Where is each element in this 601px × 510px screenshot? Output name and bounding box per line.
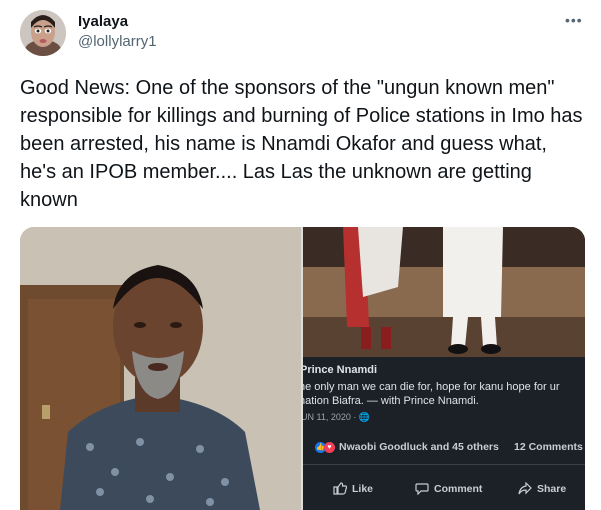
fb-comment-label: Comment (434, 482, 483, 495)
fb-post-date: UN 11, 2020 · 🌐 (303, 412, 371, 422)
user-handle[interactable]: @lollylarry1 (78, 33, 157, 50)
share-icon (518, 482, 532, 495)
fb-like-action: Like (333, 482, 373, 495)
thumbs-up-icon (333, 482, 347, 495)
fb-comment-action: Comment (415, 482, 482, 495)
display-name[interactable]: Iyalaya (78, 13, 128, 30)
avatar[interactable] (20, 10, 66, 56)
photo-man[interactable] (20, 227, 301, 510)
fb-share-action: Share (518, 482, 566, 495)
man-photo-image (20, 227, 301, 510)
tweet-text: Good News: One of the sponsors of the "u… (20, 77, 583, 211)
ellipsis-icon[interactable]: ••• (565, 12, 583, 28)
fb-post-text: he only man we can die for, hope for kan… (303, 381, 560, 407)
photo-facebook-screenshot[interactable]: Prince Nnamdi he only man we can die for… (303, 227, 585, 510)
fb-like-label: Like (352, 482, 374, 495)
fb-reactions-text: Nwaobi Goodluck and 45 others (339, 441, 499, 453)
love-reaction-icon: ♥ (324, 441, 335, 453)
fb-share-label: Share (537, 482, 567, 495)
facebook-post-panel: Prince Nnamdi he only man we can die for… (303, 357, 585, 510)
fb-author: Prince Nnamdi (303, 364, 378, 376)
tweet-media[interactable]: Prince Nnamdi he only man we can die for… (20, 227, 585, 510)
fb-comments-count: 12 Comments (514, 441, 583, 453)
avatar-image (20, 10, 66, 56)
fb-reactions: 👍 ♥ Nwaobi Goodluck and 45 others (315, 441, 499, 453)
fb-divider (303, 464, 585, 465)
group-photo-image (303, 227, 585, 357)
comment-icon (415, 483, 429, 495)
